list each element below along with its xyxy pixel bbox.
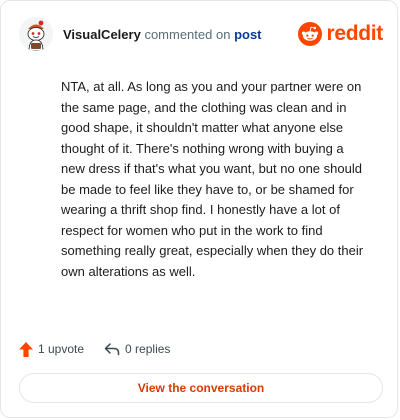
replies-button[interactable]: 0 replies (104, 342, 170, 356)
comment-meta: VisualCelery commented on post (63, 27, 262, 43)
comment-body: NTA, at all. As long as you and your par… (61, 79, 364, 279)
reply-arrow-icon (104, 343, 120, 356)
reply-count: 0 replies (125, 342, 171, 356)
comment-header: VisualCelery commented on post reddit (19, 17, 383, 53)
snoo-logo-icon (298, 22, 323, 46)
post-link[interactable]: post (234, 27, 261, 42)
view-conversation-button[interactable]: View the conversation (19, 373, 383, 403)
action-text: commented on (144, 27, 231, 42)
upvote-button[interactable]: 1 upvote (19, 341, 85, 357)
username-link[interactable]: VisualCelery (63, 27, 141, 42)
comment-embed-card: VisualCelery commented on post reddit NT… (0, 0, 398, 418)
snoo-avatar-icon (19, 17, 53, 51)
user-avatar[interactable] (19, 17, 53, 51)
upvote-arrow-icon (19, 341, 33, 357)
reddit-wordmark: reddit (326, 22, 383, 45)
reddit-brand[interactable]: reddit (298, 21, 383, 47)
upvote-count: 1 upvote (38, 342, 85, 356)
comment-actions: 1 upvote 0 replies (19, 339, 170, 359)
